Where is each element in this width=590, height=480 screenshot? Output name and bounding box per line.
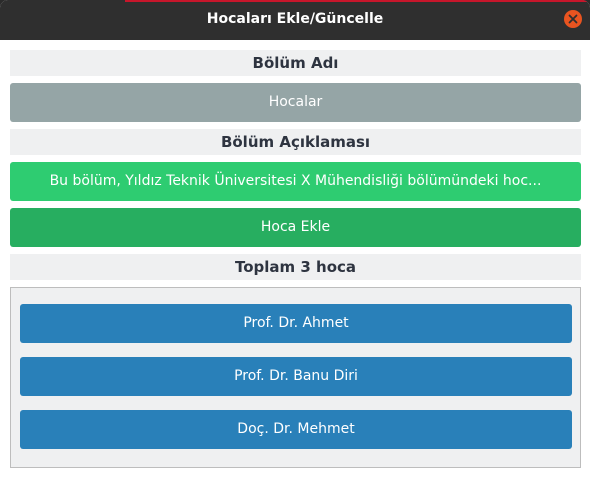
teacher-count-label: Toplam 3 hoca — [10, 254, 581, 280]
background-window-strip — [125, 0, 590, 2]
close-icon — [568, 14, 578, 24]
close-button[interactable] — [564, 10, 582, 28]
teacher-list[interactable]: Prof. Dr. Ahmet Prof. Dr. Banu Diri Doç.… — [10, 287, 581, 468]
title-bar[interactable]: Hocaları Ekle/Güncelle — [0, 0, 590, 40]
dialog-window: Hocaları Ekle/Güncelle Bölüm Adı Hocalar… — [0, 0, 590, 480]
section-name-field[interactable]: Hocalar — [10, 83, 581, 122]
teacher-item-mehmet[interactable]: Doç. Dr. Mehmet — [20, 410, 572, 449]
section-description-field[interactable]: Bu bölüm, Yıldız Teknik Üniversitesi X M… — [10, 162, 581, 201]
teacher-item-banu-diri[interactable]: Prof. Dr. Banu Diri — [20, 357, 572, 396]
section-name-label: Bölüm Adı — [10, 50, 581, 76]
dialog-content: Bölüm Adı Hocalar Bölüm Açıklaması Bu bö… — [0, 40, 590, 480]
add-teacher-button[interactable]: Hoca Ekle — [10, 208, 581, 247]
window-title: Hocaları Ekle/Güncelle — [206, 11, 384, 27]
teacher-item-ahmet[interactable]: Prof. Dr. Ahmet — [20, 304, 572, 343]
section-description-label: Bölüm Açıklaması — [10, 129, 581, 155]
